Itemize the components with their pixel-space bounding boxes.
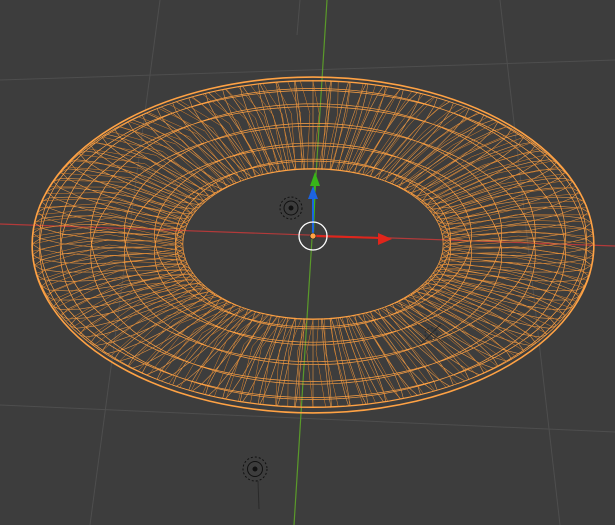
x-axis-line (0, 223, 615, 247)
grid-line (0, 404, 615, 433)
gizmo-z-arrow-icon[interactable] (308, 186, 318, 199)
gizmo-y-arrow-icon[interactable] (310, 172, 320, 186)
light-object[interactable] (242, 456, 268, 510)
gizmo-x-axis[interactable] (312, 235, 381, 239)
gizmo-x-arrow-icon[interactable] (378, 233, 392, 245)
transform-gizmo[interactable] (308, 172, 392, 245)
grid-line (296, 0, 301, 36)
y-axis-line (293, 0, 328, 525)
viewport-canvas[interactable] (0, 0, 615, 525)
light-object[interactable] (279, 196, 303, 220)
torus-meridians (31, 80, 595, 408)
floor-grid (0, 0, 615, 525)
3d-viewport[interactable] (0, 0, 615, 525)
torus-wireframe[interactable] (31, 76, 595, 414)
